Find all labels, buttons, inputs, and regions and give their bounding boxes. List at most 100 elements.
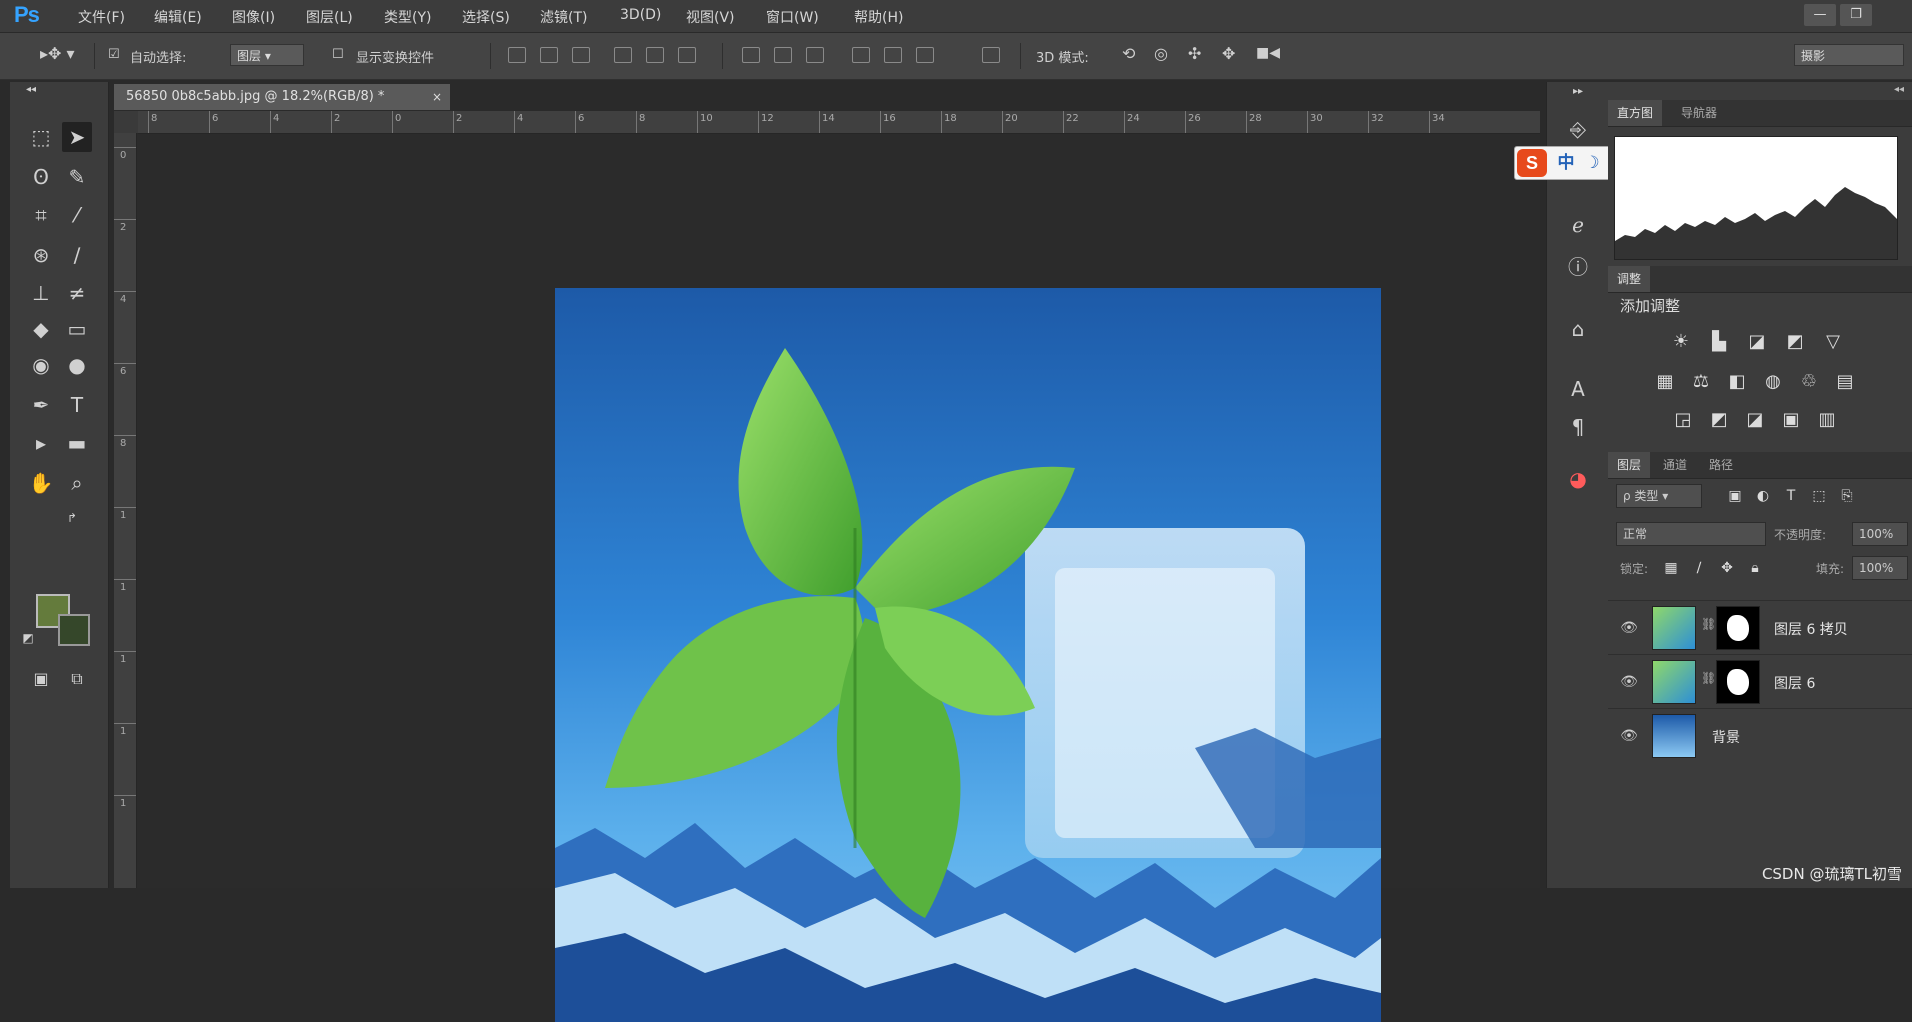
tab-channels[interactable]: 通道 [1654,452,1696,478]
background-color-swatch[interactable] [58,614,90,646]
lasso-tool-icon[interactable]: ʘ [26,162,56,192]
paragraph-panel-icon[interactable]: ¶ [1563,412,1593,442]
align-vcenter-icon[interactable] [540,47,558,63]
menu-image[interactable]: 图像(I) [232,7,275,27]
layer-row[interactable]: 👁︎ 背景 [1608,708,1912,763]
curves-icon[interactable]: ◪ [1744,330,1770,354]
dodge-tool-icon[interactable]: ● [62,350,92,380]
filter-type-icon[interactable]: T [1778,484,1804,508]
menu-type[interactable]: 类型(Y) [384,7,431,27]
chinese-mode-indicator[interactable]: 中 [1555,152,1577,174]
layer-name[interactable]: 图层 6 [1774,673,1815,693]
menu-layer[interactable]: 图层(L) [306,7,353,27]
move-tool-preset-icon[interactable]: ▸✥ ▾ [40,44,75,63]
tab-layers[interactable]: 图层 [1608,452,1651,478]
tab-paths[interactable]: 路径 [1700,452,1742,478]
menu-window[interactable]: 窗口(W) [766,7,819,27]
quick-mask-icon[interactable]: ▣ [26,664,56,694]
gradient-tool-icon[interactable]: ▭ [62,314,92,344]
brightness-contrast-icon[interactable]: ☀ [1668,330,1694,354]
3d-roll-icon[interactable]: ◎ [1154,44,1168,63]
menu-3d[interactable]: 3D(D) [620,7,661,23]
character-panel-icon[interactable]: A [1563,374,1593,404]
collapse-toolbar-icon[interactable]: ◂◂ [16,84,46,96]
default-colors-icon[interactable]: ◩ [20,630,36,646]
type-tool-icon[interactable]: T [62,390,92,420]
mask-link-icon[interactable]: ⛓︎ [1701,671,1716,691]
show-transform-checkbox[interactable]: ☐ [332,47,344,62]
minimize-button[interactable]: — [1804,4,1836,26]
auto-align-icon[interactable] [982,47,1000,63]
horizontal-ruler[interactable]: 8 6 4 2 0 2 4 6 8 10 12 14 16 18 20 22 24 26 28 30 32 34 [138,111,1540,134]
3d-rotate-icon[interactable]: ⟲ [1122,44,1135,63]
tab-histogram[interactable]: 直方图 [1608,100,1663,126]
color-lookup-icon[interactable]: ▤ [1832,370,1858,394]
filter-pixel-icon[interactable]: ▣ [1722,484,1748,508]
gradient-map-icon[interactable]: ▥ [1814,408,1840,432]
threshold-icon[interactable]: ◪ [1742,408,1768,432]
eraser-tool-icon[interactable]: ◆ [26,314,56,344]
selective-color-icon[interactable]: ▣ [1778,408,1804,432]
close-document-icon[interactable]: × [432,84,442,110]
restore-button[interactable]: ❐ [1840,4,1872,26]
layer-name[interactable]: 背景 [1712,727,1740,747]
black-white-icon[interactable]: ◧ [1724,370,1750,394]
layer-filter-dropdown[interactable]: ρ 类型 ▾ [1616,484,1702,508]
vibrance-icon[interactable]: ▽ [1820,330,1846,354]
move-tool-icon[interactable]: ➤ [62,122,92,152]
channel-mixer-icon[interactable]: ♲ [1796,370,1822,394]
eyedropper-tool-icon[interactable]: ⁄ [62,200,92,230]
layer-row[interactable]: 👁︎ ⛓︎ 图层 6 [1608,654,1912,709]
lock-image-icon[interactable]: ∕ [1686,556,1712,580]
distribute-hcenter-icon[interactable] [884,47,902,63]
align-hcenter-icon[interactable] [646,47,664,63]
menu-view[interactable]: 视图(V) [686,7,735,27]
brush-presets-panel-icon[interactable]: ⌂ [1563,314,1593,344]
visibility-eye-icon[interactable]: 👁︎ [1618,618,1640,638]
auto-select-checkbox[interactable]: ☑ [108,47,120,62]
lock-all-icon[interactable]: 🔒︎ [1742,556,1768,580]
fill-input[interactable]: 100% [1852,556,1908,580]
color-panel-icon[interactable]: ◕ [1563,464,1593,494]
align-bottom-icon[interactable] [572,47,590,63]
pen-tool-icon[interactable]: ✒ [26,390,56,420]
levels-icon[interactable]: ▙ [1706,330,1732,354]
photo-filter-icon[interactable]: ◍ [1760,370,1786,394]
menu-edit[interactable]: 编辑(E) [154,7,202,27]
color-balance-icon[interactable]: ⚖ [1688,370,1714,394]
layer-row[interactable]: 👁︎ ⛓︎ 图层 6 拷贝 [1608,600,1912,655]
hue-saturation-icon[interactable]: ▦ [1652,370,1678,394]
layer-mask-thumbnail[interactable] [1716,606,1760,650]
hand-tool-icon[interactable]: ✋ [26,468,56,498]
canvas-area[interactable] [137,134,1540,1022]
opacity-input[interactable]: 100% [1852,522,1908,546]
mask-link-icon[interactable]: ⛓︎ [1701,617,1716,637]
filter-smart-object-icon[interactable]: ⎘ [1834,484,1860,508]
properties-panel-icon[interactable]: ℯ [1563,210,1593,240]
collapse-strip-icon[interactable]: ▸▸ [1563,86,1593,98]
menu-file[interactable]: 文件(F) [78,7,125,27]
document-canvas[interactable] [555,288,1381,1022]
vertical-ruler[interactable]: 0 2 4 6 8 1 1 1 1 1 [114,133,137,888]
tab-navigator[interactable]: 导航器 [1672,100,1726,126]
brush-tool-icon[interactable]: ∕ [62,240,92,270]
distribute-left-icon[interactable] [852,47,870,63]
moon-icon[interactable]: ☽ [1581,152,1603,174]
layer-mask-thumbnail[interactable] [1716,660,1760,704]
posterize-icon[interactable]: ◩ [1706,408,1732,432]
distribute-bottom-icon[interactable] [806,47,824,63]
distribute-right-icon[interactable] [916,47,934,63]
align-left-icon[interactable] [614,47,632,63]
clone-stamp-tool-icon[interactable]: ⊥ [26,278,56,308]
auto-select-target-dropdown[interactable]: 图层 ▾ [230,44,304,66]
blend-mode-dropdown[interactable]: 正常 [1616,522,1766,546]
3d-slide-icon[interactable]: ✥ [1222,44,1235,63]
marquee-tool-icon[interactable]: ⬚ [26,122,56,152]
visibility-eye-icon[interactable]: 👁︎ [1618,726,1640,746]
collapse-panels-icon[interactable]: ◂◂ [1894,84,1904,95]
history-brush-tool-icon[interactable]: ≠ [62,278,92,308]
menu-select[interactable]: 选择(S) [462,7,510,27]
align-right-icon[interactable] [678,47,696,63]
document-tab[interactable]: 56850 0b8c5abb.jpg @ 18.2%(RGB/8) * × [114,84,450,110]
path-selection-tool-icon[interactable]: ▸ [26,428,56,458]
